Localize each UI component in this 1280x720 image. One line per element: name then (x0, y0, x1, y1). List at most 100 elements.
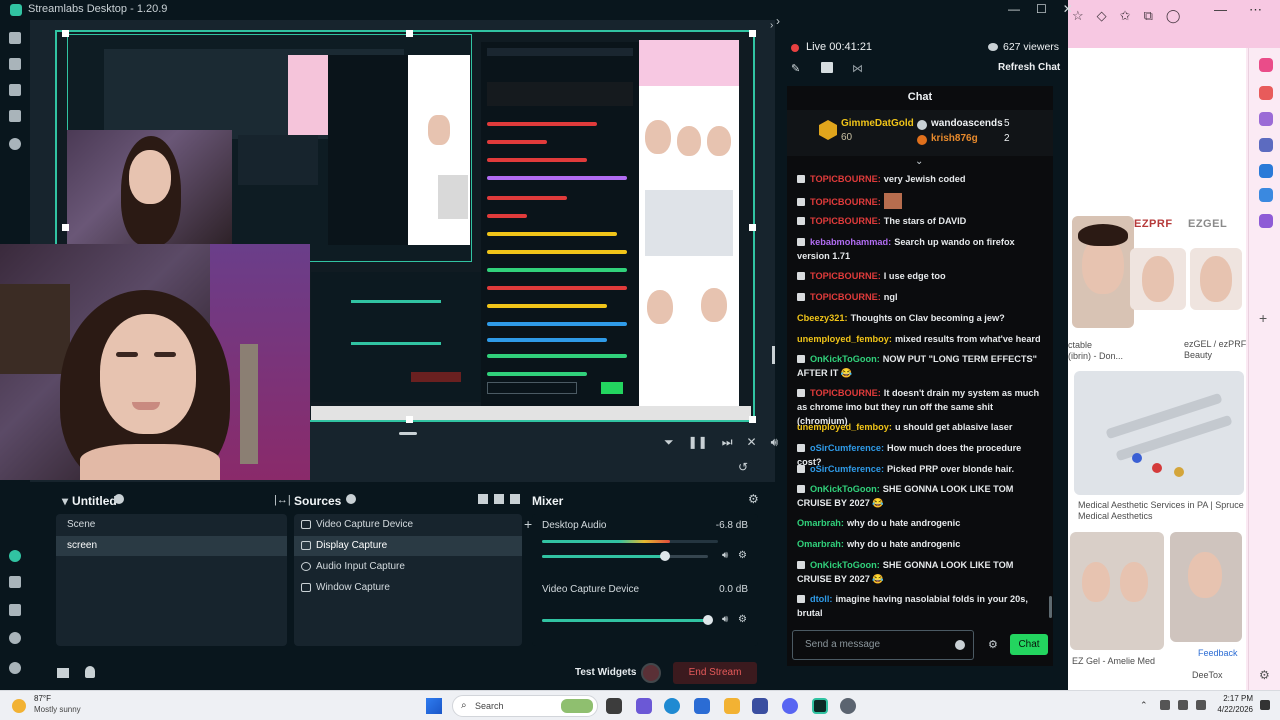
result-caption[interactable]: ezGEL / ezPRF – Allure Beauty (1184, 339, 1279, 361)
chat-username[interactable]: TOPICBOURNE: (810, 271, 881, 281)
resize-handle[interactable] (749, 416, 756, 423)
sidebar-app-icon[interactable] (1259, 86, 1273, 100)
resize-handle[interactable] (406, 30, 413, 37)
source-item[interactable]: Audio Input Capture (294, 557, 522, 577)
weather-desc[interactable]: Mostly sunny (34, 705, 81, 714)
sidebar-app-icon[interactable] (1259, 188, 1273, 202)
chat-username[interactable]: oSirCumference: (810, 464, 884, 474)
gear-icon[interactable]: ⚙ (738, 614, 747, 625)
start-icon[interactable] (426, 698, 442, 714)
editor-icon[interactable] (9, 32, 21, 44)
dock-resize-grip[interactable] (772, 346, 775, 364)
sidebar-app-icon[interactable] (1259, 58, 1273, 72)
refresh-chat-button[interactable]: Refresh Chat (998, 62, 1060, 73)
scene-collection-name[interactable]: Untitled (72, 494, 117, 508)
resize-handle[interactable] (749, 30, 756, 37)
chat-username[interactable]: unemployed_femboy: (797, 422, 892, 432)
chat-username[interactable]: TOPICBOURNE: (810, 292, 881, 302)
result-caption[interactable]: Medical Aesthetic Services in PA | Spruc… (1078, 500, 1244, 522)
tray-chevron-icon[interactable]: ⌃ (1140, 700, 1148, 711)
collections-icon[interactable]: ⧉ (1144, 8, 1153, 24)
folder-icon[interactable] (494, 494, 504, 504)
clip-icon[interactable] (821, 62, 833, 73)
close-button[interactable]: ✕ (1063, 2, 1073, 16)
discord-icon[interactable] (782, 698, 798, 714)
chat-username[interactable]: dtoll: (810, 594, 832, 604)
add-scene-icon[interactable] (114, 494, 124, 504)
resize-handle[interactable] (62, 224, 69, 231)
settings-taskbar-icon[interactable] (840, 698, 856, 714)
rec-button[interactable] (641, 663, 661, 683)
mute-icon[interactable]: ✕ (747, 435, 757, 450)
chat-settings-icon[interactable]: ⚙ (988, 638, 998, 651)
chat-username[interactable]: Omarbrah: (797, 539, 844, 549)
stats-icon[interactable] (57, 668, 69, 678)
chevron-down-icon[interactable]: ▾ (62, 494, 68, 508)
chat-username[interactable]: kebabmohammad: (810, 237, 891, 247)
volume-tray-icon[interactable] (1178, 700, 1188, 710)
sidebar-app-icon[interactable] (1259, 138, 1273, 152)
wifi-icon[interactable] (1160, 700, 1170, 710)
chat-username[interactable]: TOPICBOURNE: (810, 174, 881, 184)
emoji-icon[interactable] (955, 640, 965, 650)
resize-handle[interactable] (749, 224, 756, 231)
profile-icon[interactable]: ◯ (1166, 8, 1181, 24)
source-item[interactable]: Display Capture (294, 536, 522, 556)
edit-icon[interactable]: ✎ (791, 62, 800, 75)
source-group-icon[interactable] (478, 494, 488, 504)
collapse-dock-icon[interactable]: › (776, 14, 786, 28)
chat-scrollbar[interactable] (1049, 596, 1052, 618)
file-explorer-icon[interactable] (724, 698, 740, 714)
streamlabs-taskbar-icon[interactable] (812, 698, 828, 714)
volume-slider-knob[interactable] (660, 551, 670, 561)
result-caption[interactable]: EZ Gel - Amelie Med (1072, 656, 1155, 667)
teams-icon[interactable] (636, 698, 652, 714)
volume-icon[interactable]: 🔊︎ (722, 550, 728, 561)
cloudbot-icon[interactable] (9, 604, 21, 616)
favorites-icon[interactable]: ✩ (1120, 8, 1131, 24)
volume-slider[interactable] (542, 615, 713, 625)
minimize-button[interactable]: — (1008, 2, 1020, 16)
chat-username[interactable]: unemployed_femboy: (797, 334, 892, 344)
notification-center-icon[interactable] (1260, 700, 1270, 710)
clock-time[interactable]: 2:17 PM (1221, 694, 1253, 703)
chat-username[interactable]: OnKickToGoon: (810, 484, 880, 494)
star-icon[interactable]: ☆ (1072, 8, 1084, 24)
edge-icon[interactable] (664, 698, 680, 714)
clock-date[interactable]: 4/22/2026 (1213, 705, 1253, 714)
resize-handle[interactable] (62, 30, 69, 37)
settings-icon[interactable] (9, 632, 21, 644)
mail-icon[interactable] (694, 698, 710, 714)
chat-send-button[interactable]: Chat (1010, 634, 1048, 655)
resize-handle[interactable] (406, 416, 413, 423)
chat-username[interactable]: OnKickToGoon: (810, 354, 880, 364)
weather-sun-icon[interactable] (12, 699, 26, 713)
source-item[interactable]: Video Capture Device (294, 515, 522, 535)
chat-username[interactable]: OnKickToGoon: (810, 560, 880, 570)
minimize-icon[interactable]: — (1214, 2, 1227, 18)
gear-icon[interactable]: ⚙ (748, 492, 759, 506)
feedback-link[interactable]: Feedback (1198, 648, 1238, 659)
gear-icon[interactable]: ⚙ (738, 550, 747, 561)
volume-slider-knob[interactable] (703, 615, 713, 625)
notification-icon[interactable] (85, 666, 95, 678)
chat-username[interactable]: TOPICBOURNE: (810, 216, 881, 226)
sidebar-app-icon[interactable] (1259, 164, 1273, 178)
scene-item[interactable]: Scene (56, 515, 287, 535)
folder-add-icon[interactable] (510, 494, 520, 504)
chat-username[interactable]: Cbeezy321: (797, 313, 848, 323)
scene-transition-icon[interactable]: |↔| (274, 494, 291, 506)
battery-icon[interactable] (1196, 700, 1206, 710)
maximize-button[interactable]: ☐ (1036, 2, 1047, 16)
chat-username[interactable]: oSirCumference: (810, 443, 884, 453)
scene-item[interactable]: screen (56, 536, 287, 556)
end-stream-button[interactable]: End Stream (673, 662, 757, 684)
task-view-icon[interactable] (606, 698, 622, 714)
sidebar-app-icon[interactable] (1259, 214, 1273, 228)
profile-icon[interactable] (9, 662, 21, 674)
chat-username[interactable]: Omarbrah: (797, 518, 844, 528)
sidebar-app-icon[interactable] (1259, 112, 1273, 126)
layout-icon[interactable] (9, 110, 21, 122)
dashboard-icon[interactable] (9, 576, 21, 588)
app-icon[interactable] (752, 698, 768, 714)
